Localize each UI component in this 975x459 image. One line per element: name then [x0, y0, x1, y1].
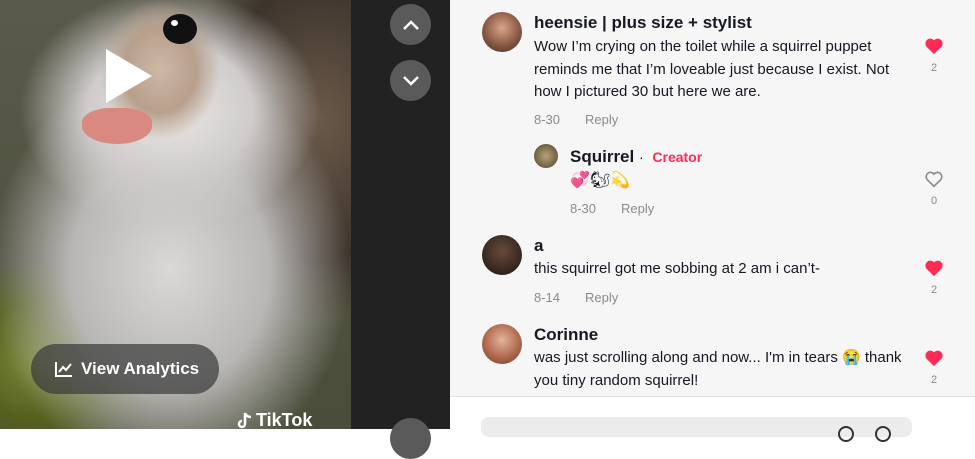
comment-text: was just scrolling along and now... I'm … [534, 349, 902, 389]
comment-author[interactable]: Squirrel · Creator [570, 147, 702, 167]
avatar[interactable] [482, 235, 522, 275]
comments-panel: heensie | plus size + stylist Wow I’m cr… [450, 0, 975, 429]
creator-badge: Creator [652, 149, 703, 165]
like-button[interactable]: 2 [919, 349, 949, 386]
comment-date: 8-30 [570, 201, 597, 216]
reply-button[interactable]: Reply [585, 112, 618, 127]
chart-line-icon [55, 362, 72, 377]
like-count: 0 [930, 195, 938, 207]
heart-filled-icon [925, 38, 943, 55]
creator-name[interactable]: Squirrel [570, 147, 634, 166]
comment-text: Wow I’m crying on the toilet while a squ… [534, 38, 890, 100]
video-player[interactable]: View Analytics TikTok [0, 0, 351, 429]
like-count: 2 [930, 284, 938, 296]
emoji-icon[interactable] [875, 426, 891, 442]
comment-text: this squirrel got me sobbing at 2 am i c… [534, 260, 820, 277]
comment-meta: 8-14 Reply [534, 290, 618, 305]
view-analytics-label: View Analytics [81, 359, 200, 378]
comment-date: 8-14 [534, 290, 561, 305]
comment-author[interactable]: Corinne [534, 325, 598, 345]
heart-filled-icon [925, 350, 943, 367]
comment-author[interactable]: heensie | plus size + stylist [534, 13, 752, 33]
more-button[interactable] [390, 418, 431, 459]
reply-button[interactable]: Reply [585, 290, 618, 305]
like-button[interactable]: 2 [919, 259, 949, 296]
chevron-up-icon [402, 19, 419, 30]
reply-button[interactable]: Reply [621, 201, 654, 216]
comment-meta: 8-30 Reply [570, 201, 654, 216]
tiktok-watermark-text: TikTok [256, 410, 313, 429]
chevron-down-icon [402, 75, 419, 86]
next-video-button[interactable] [390, 60, 431, 101]
heart-outline-icon [925, 171, 943, 188]
heart-filled-icon [925, 260, 943, 277]
puppet-mouth [82, 108, 152, 144]
avatar[interactable] [482, 324, 522, 364]
comment-input[interactable] [481, 417, 912, 442]
like-count: 2 [930, 62, 938, 74]
like-count: 2 [930, 374, 938, 386]
play-icon[interactable] [106, 49, 152, 103]
like-button[interactable]: 2 [919, 37, 949, 74]
puppet-eye [163, 14, 197, 44]
avatar[interactable] [482, 12, 522, 52]
name-separator: · [638, 149, 644, 165]
comment-date: 8-30 [534, 112, 561, 127]
comment-meta: 8-30 Reply [534, 112, 618, 127]
tiktok-logo-icon [237, 412, 252, 428]
view-analytics-button[interactable]: View Analytics [31, 344, 219, 394]
comment-author[interactable]: a [534, 236, 543, 256]
mention-icon[interactable] [838, 426, 854, 442]
tiktok-watermark: TikTok [236, 410, 312, 429]
previous-video-button[interactable] [390, 4, 431, 45]
comment-text: 💞🐿💫 [570, 172, 631, 189]
avatar[interactable] [534, 144, 558, 168]
like-button[interactable]: 0 [919, 170, 949, 207]
video-nav-strip [351, 0, 450, 459]
